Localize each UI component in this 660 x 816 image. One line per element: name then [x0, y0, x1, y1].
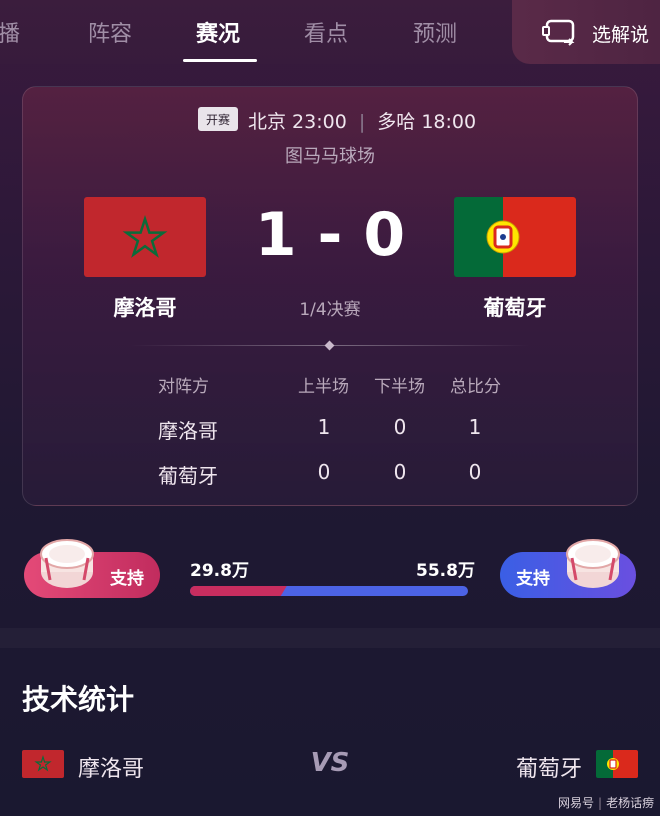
portugal-mini-flag	[596, 750, 638, 778]
support-away-label: 支持	[516, 569, 550, 589]
table-cell-first-half: 0	[317, 460, 331, 484]
table-cell-second-half: 0	[393, 415, 407, 439]
match-status-badge: 开赛	[198, 107, 238, 131]
select-commentary-label: 选解说	[592, 24, 650, 46]
table-header-team: 对阵方	[158, 377, 209, 397]
commentary-switch-icon	[542, 19, 575, 46]
away-team-name: 葡萄牙	[483, 296, 547, 320]
portugal-emblem-icon	[607, 758, 619, 770]
tab-match-status[interactable]: 赛况	[196, 16, 240, 48]
table-header-total: 总比分	[450, 377, 501, 397]
table-cell-total: 0	[468, 460, 482, 484]
support-ratio-bar	[190, 586, 468, 596]
active-tab-indicator	[183, 59, 257, 62]
kickoff-time: 北京 23:00 | 多哈 18:00	[248, 111, 477, 133]
table-cell-total: 1	[468, 415, 482, 439]
table-header-first-half: 上半场	[298, 377, 349, 397]
top-tab-bar: 播 阵容 赛况 看点 预测 选解说	[0, 0, 660, 64]
drum-icon	[566, 539, 620, 588]
tab-highlights[interactable]: 看点	[304, 16, 348, 48]
support-home-label: 支持	[110, 569, 144, 589]
stats-section-title: 技术统计	[22, 683, 135, 716]
section-separator	[0, 628, 660, 648]
portugal-emblem-icon	[486, 220, 520, 254]
tab-broadcast[interactable]: 播	[0, 16, 20, 48]
drum-icon	[40, 539, 94, 588]
tab-lineup[interactable]: 阵容	[88, 16, 132, 48]
support-ratio-home-fill	[190, 586, 287, 596]
stats-away-team: 葡萄牙	[516, 757, 583, 782]
table-header-second-half: 下半场	[374, 377, 425, 397]
portugal-flag	[454, 197, 576, 277]
select-commentary-button[interactable]: 选解说	[512, 0, 660, 64]
away-vote-count: 55.8万	[416, 561, 475, 581]
table-row-team: 葡萄牙	[158, 464, 218, 488]
tab-prediction[interactable]: 预测	[413, 16, 457, 48]
source-watermark: 网易号 | 老杨话痨	[558, 796, 655, 810]
watermark-author: 老杨话痨	[606, 796, 655, 810]
table-cell-first-half: 1	[317, 415, 331, 439]
watermark-source: 网易号	[558, 796, 595, 810]
table-cell-second-half: 0	[393, 460, 407, 484]
doha-time: 多哈 18:00	[377, 111, 477, 133]
home-vote-count: 29.8万	[190, 561, 249, 581]
beijing-time: 北京 23:00	[248, 111, 347, 133]
table-row-team: 摩洛哥	[158, 419, 218, 443]
venue: 图马马球场	[285, 146, 375, 167]
